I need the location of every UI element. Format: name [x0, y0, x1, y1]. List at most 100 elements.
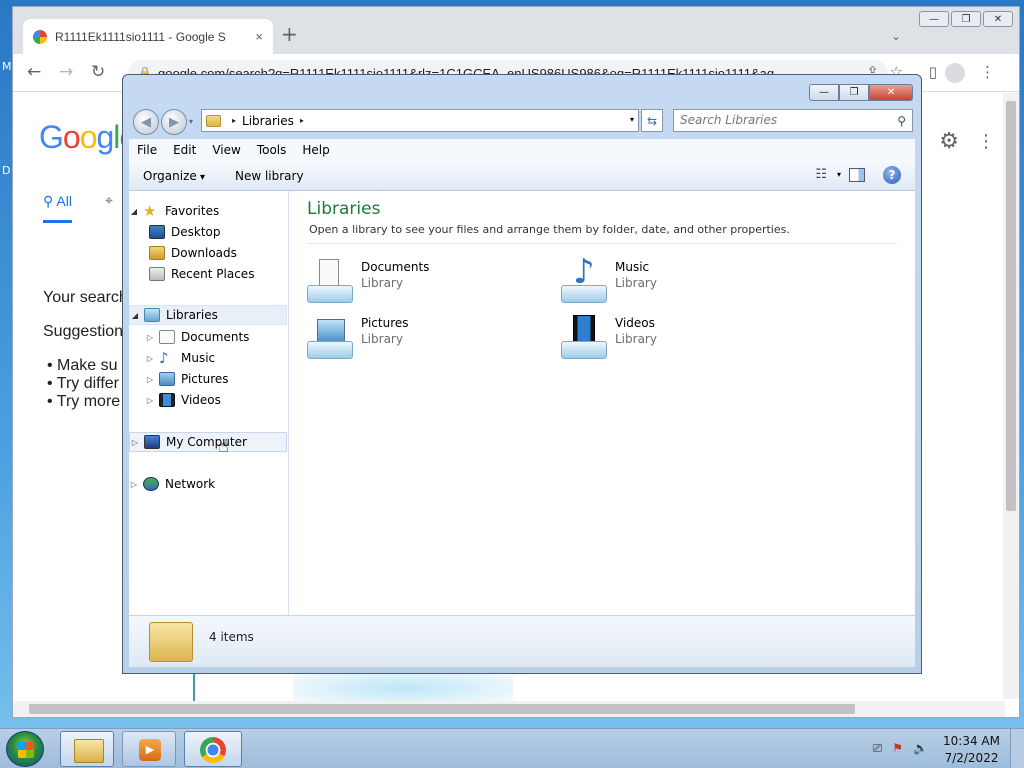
reload-icon[interactable]: ↻	[91, 62, 105, 82]
view-options-dropdown[interactable]: ▾	[837, 170, 841, 179]
help-icon[interactable]: ?	[883, 166, 901, 184]
close-button[interactable]: ✕	[869, 84, 913, 101]
menu-edit[interactable]: Edit	[165, 143, 204, 157]
collapse-arrow-icon[interactable]: ▷	[145, 375, 155, 384]
library-name: Videos	[615, 316, 655, 330]
scroll-thumb[interactable]	[1006, 101, 1016, 511]
details-pane: 4 items	[129, 615, 915, 667]
settings-gear-icon[interactable]: ⚙	[939, 129, 959, 154]
collapse-arrow-icon[interactable]: ▷	[145, 354, 155, 363]
tab-title: R1111Ek1111sio1111 - Google S	[55, 29, 226, 44]
library-music[interactable]: ♪ Music Library	[561, 255, 801, 305]
taskbar-media-player-button[interactable]	[122, 731, 176, 767]
forward-icon[interactable]: →	[59, 62, 73, 82]
tree-my-computer[interactable]: ▷ My Computer	[129, 432, 287, 452]
minimize-button[interactable]: —	[919, 11, 949, 27]
menu-view[interactable]: View	[204, 143, 248, 157]
favorites-star-icon: ★	[143, 202, 157, 220]
clock-time: 10:34 AM	[943, 734, 1000, 748]
library-pictures[interactable]: Pictures Library	[307, 313, 547, 361]
collapse-arrow-icon[interactable]: ▷	[145, 396, 155, 405]
tree-recent-places[interactable]: Recent Places	[129, 264, 287, 284]
google-apps-icon[interactable]: ⋮	[977, 131, 995, 152]
new-library-button[interactable]: New library	[235, 169, 304, 183]
maximize-button[interactable]: ❐	[839, 84, 869, 101]
chrome-tabstrip: R1111Ek1111sio1111 - Google S × + ⌄ — ❐ …	[13, 7, 1019, 54]
expand-arrow-icon[interactable]: ◢	[130, 311, 140, 320]
tree-documents[interactable]: ▷ Documents	[129, 327, 287, 347]
content-pane: Libraries Open a library to see your fil…	[289, 191, 915, 615]
item-count: 4 items	[209, 630, 254, 644]
system-clock[interactable]: 10:34 AM 7/2/2022	[943, 733, 1000, 767]
profile-avatar[interactable]	[945, 63, 965, 83]
tree-libraries[interactable]: ◢ Libraries	[129, 305, 287, 325]
restore-button[interactable]: ❐	[951, 11, 981, 27]
change-view-icon[interactable]: ☷	[815, 167, 827, 182]
maps-pin-icon[interactable]: ⌖	[105, 193, 113, 209]
collapse-arrow-icon[interactable]: ▷	[130, 438, 140, 447]
collapse-arrow-icon[interactable]: ▷	[145, 333, 155, 342]
search-icon[interactable]: ⚲	[897, 111, 906, 132]
new-tab-button[interactable]: +	[281, 24, 298, 44]
library-name: Documents	[361, 260, 430, 274]
show-desktop-button[interactable]	[1010, 729, 1024, 768]
menu-tools[interactable]: Tools	[249, 143, 295, 157]
close-tab-icon[interactable]: ×	[255, 29, 263, 44]
library-type: Library	[615, 276, 657, 290]
decorative-line	[193, 671, 195, 701]
taskbar: ⎚ ⚑ 🔈 10:34 AM 7/2/2022	[0, 728, 1024, 768]
refresh-icon[interactable]: ⇆	[641, 109, 663, 132]
tree-network[interactable]: ▷ Network	[129, 474, 287, 494]
network-tray-icon[interactable]: ⎚	[873, 741, 883, 756]
tree-desktop[interactable]: Desktop	[129, 222, 287, 242]
downloads-folder-icon	[149, 246, 165, 260]
forward-button[interactable]: ▶	[161, 109, 187, 135]
tree-downloads[interactable]: Downloads	[129, 243, 287, 263]
recent-pages-dropdown[interactable]: ▾	[189, 117, 193, 126]
horizontal-scrollbar[interactable]	[13, 701, 1005, 717]
search-input[interactable]: Search Libraries ⚲	[673, 109, 913, 132]
side-panel-icon[interactable]: ▯	[929, 63, 937, 81]
scroll-thumb[interactable]	[29, 704, 855, 714]
back-button[interactable]: ◀	[133, 109, 159, 135]
taskbar-explorer-button[interactable]	[60, 731, 114, 767]
breadcrumb-libraries[interactable]: Libraries	[242, 114, 294, 128]
collapse-arrow-icon[interactable]: ▷	[129, 480, 139, 489]
clock-date: 7/2/2022	[944, 751, 999, 765]
menu-file[interactable]: File	[129, 143, 165, 157]
preview-pane-icon[interactable]	[849, 168, 865, 182]
volume-icon[interactable]: 🔈	[913, 741, 928, 756]
breadcrumb-separator[interactable]: ▸	[232, 116, 236, 125]
back-icon[interactable]: ←	[27, 62, 41, 82]
library-documents[interactable]: Documents Library	[307, 257, 547, 305]
close-button[interactable]: ✕	[983, 11, 1013, 27]
taskbar-chrome-button[interactable]	[184, 731, 242, 767]
logo-letter: G	[39, 119, 64, 155]
tree-label: Downloads	[171, 246, 237, 260]
chrome-tab[interactable]: R1111Ek1111sio1111 - Google S ×	[23, 19, 273, 54]
tree-favorites[interactable]: ◢ ★ Favorites	[129, 201, 287, 221]
library-videos[interactable]: Videos Library	[561, 313, 801, 361]
organize-button[interactable]: Organize	[143, 169, 205, 183]
tree-label: Favorites	[165, 204, 220, 218]
tree-videos[interactable]: ▷ Videos	[129, 390, 287, 410]
start-button[interactable]	[6, 731, 44, 767]
library-type: Library	[615, 332, 657, 346]
menu-help[interactable]: Help	[294, 143, 337, 157]
computer-icon	[144, 435, 160, 449]
action-center-flag-icon[interactable]: ⚑	[892, 741, 903, 756]
expand-arrow-icon[interactable]: ◢	[129, 207, 139, 216]
chrome-menu-icon[interactable]: ⋮	[980, 63, 995, 81]
menu-bar: File Edit View Tools Help	[129, 139, 915, 161]
address-dropdown-icon[interactable]: ▾	[630, 115, 634, 124]
tab-all[interactable]: ⚲ All	[43, 193, 72, 223]
google-favicon-icon	[33, 29, 47, 44]
minimize-button[interactable]: —	[809, 84, 839, 101]
vertical-scrollbar[interactable]	[1003, 93, 1019, 699]
tree-music[interactable]: ▷ ♪ Music	[129, 348, 287, 368]
tab-search-icon[interactable]: ⌄	[891, 29, 901, 43]
tree-pictures[interactable]: ▷ Pictures	[129, 369, 287, 389]
breadcrumb-separator[interactable]: ▸	[300, 116, 304, 125]
explorer-address-bar[interactable]: ▸ Libraries ▸ ▾	[201, 109, 639, 132]
tree-label: Libraries	[166, 308, 218, 322]
